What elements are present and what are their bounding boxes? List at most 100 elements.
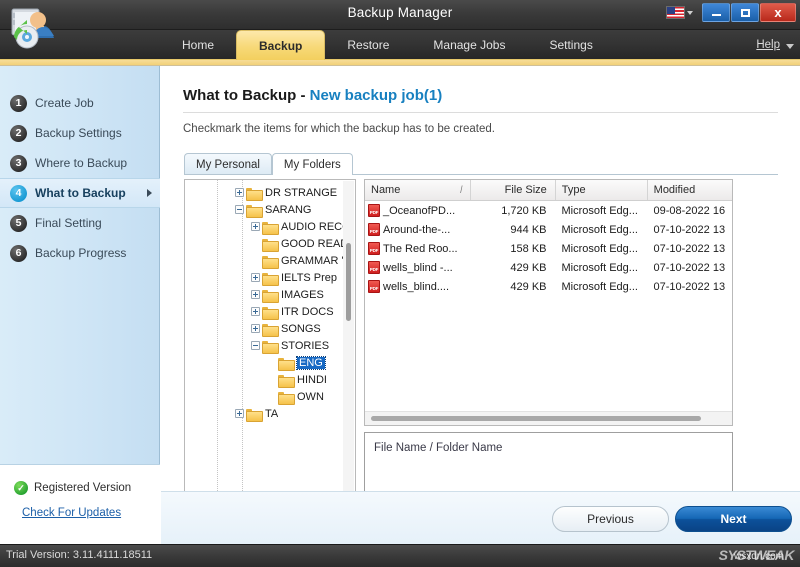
scrollbar-thumb[interactable] — [371, 416, 701, 421]
folder-icon — [262, 221, 279, 235]
tree-item-ta[interactable]: TA — [185, 405, 355, 422]
column-header-file-size[interactable]: File Size — [471, 180, 556, 200]
expand-plus-icon[interactable] — [251, 290, 260, 299]
column-header-type[interactable]: Type — [556, 180, 648, 200]
tab-my-personal[interactable]: My Personal — [184, 153, 272, 175]
tree-item-eng[interactable]: ENG — [185, 354, 355, 371]
tab-manage-jobs[interactable]: Manage Jobs — [411, 30, 527, 60]
file-modified-cell: 07-10-2022 13 — [653, 242, 726, 255]
step-number: 4 — [10, 184, 27, 202]
collapse-minus-icon[interactable] — [251, 341, 260, 350]
ribbon-tabs: Home Backup Restore Manage Jobs Settings — [160, 30, 615, 60]
tree-item-stories[interactable]: STORIES — [185, 337, 355, 354]
pdf-icon: PDF — [368, 223, 380, 236]
page-title: What to Backup - New backup job(1) — [183, 87, 442, 104]
tree-vertical-scrollbar[interactable] — [343, 181, 354, 505]
file-type-cell: Microsoft Edg... — [561, 242, 638, 255]
scrollbar-thumb[interactable] — [346, 243, 351, 321]
tree-item-grammar[interactable]: GRAMMAR ' — [185, 252, 355, 269]
sidebar-item-final-setting[interactable]: 5 Final Setting — [0, 208, 160, 238]
sidebar-item-backup-progress[interactable]: 6 Backup Progress — [0, 238, 160, 268]
registered-label: Registered Version — [34, 482, 132, 494]
tree-item-images[interactable]: IMAGES — [185, 286, 355, 303]
folder-tree-panel[interactable]: DR STRANGE SARANG AUDIO RECC GOOD READ G… — [184, 179, 356, 506]
page-title-prefix: What to Backup - — [183, 87, 310, 104]
file-list-horizontal-scrollbar[interactable] — [365, 411, 732, 425]
tree-item-label: OWN — [297, 390, 324, 403]
tree-item-itr-docs[interactable]: ITR DOCS — [185, 303, 355, 320]
sidebar-item-label: What to Backup — [35, 186, 126, 200]
tree-item-label: GRAMMAR ' — [281, 254, 344, 267]
selected-items-placeholder: File Name / Folder Name — [374, 442, 503, 454]
check-for-updates-link[interactable]: Check For Updates — [0, 495, 160, 519]
folder-icon — [262, 238, 279, 252]
tree-item-label: ITR DOCS — [281, 305, 334, 318]
folder-icon — [262, 306, 279, 320]
expand-plus-icon[interactable] — [235, 188, 244, 197]
wizard-navigation-bar: Previous Next — [161, 491, 800, 544]
app-logo-icon — [8, 4, 60, 54]
sidebar-item-create-job[interactable]: 1 Create Job — [0, 88, 160, 118]
file-list-panel[interactable]: Name / File Size Type Modified PDF _Ocea… — [364, 179, 733, 426]
sidebar-item-what-to-backup[interactable]: 4 What to Backup — [0, 178, 160, 208]
tree-item-ielts-prep[interactable]: IELTS Prep — [185, 269, 355, 286]
column-header-modified[interactable]: Modified — [648, 180, 732, 200]
sidebar-item-backup-settings[interactable]: 2 Backup Settings — [0, 118, 160, 148]
file-type-cell: Microsoft Edg... — [561, 280, 638, 293]
trial-version-label: Trial Version: 3.11.4111.18511 — [6, 549, 153, 561]
next-button[interactable]: Next — [675, 506, 792, 532]
maximize-button[interactable] — [731, 3, 759, 22]
expand-plus-icon[interactable] — [235, 409, 244, 418]
table-row[interactable]: PDF wells_blind -... 429 KB Microsoft Ed… — [365, 258, 732, 277]
tree-item-good-read[interactable]: GOOD READ — [185, 235, 355, 252]
tab-settings[interactable]: Settings — [527, 30, 614, 60]
folder-icon — [278, 391, 295, 405]
help-link[interactable]: Help — [756, 39, 780, 51]
tree-item-sarang[interactable]: SARANG — [185, 201, 355, 218]
expand-plus-icon[interactable] — [251, 273, 260, 282]
folder-icon — [246, 187, 263, 201]
file-name-label: wells_blind.... — [383, 280, 450, 293]
sidebar-footer: ✓ Registered Version Check For Updates — [0, 464, 160, 544]
tab-my-folders[interactable]: My Folders — [271, 153, 353, 175]
table-row[interactable]: PDF wells_blind.... 429 KB Microsoft Edg… — [365, 277, 732, 296]
table-row[interactable]: PDF _OceanofPD... 1,720 KB Microsoft Edg… — [365, 201, 732, 220]
registered-status: ✓ Registered Version — [0, 465, 160, 495]
table-row[interactable]: PDF The Red Roo... 158 KB Microsoft Edg.… — [365, 239, 732, 258]
tree-item-hindi[interactable]: HINDI — [185, 371, 355, 388]
pdf-icon: PDF — [368, 204, 380, 217]
tab-restore[interactable]: Restore — [325, 30, 411, 60]
chevron-down-icon[interactable] — [786, 44, 794, 49]
tree-item-audio-recc[interactable]: AUDIO RECC — [185, 218, 355, 235]
page-subtitle: Checkmark the items for which the backup… — [183, 123, 495, 135]
language-selector[interactable] — [666, 6, 693, 19]
folder-icon — [262, 272, 279, 286]
minimize-button[interactable] — [702, 3, 730, 22]
pdf-icon: PDF — [368, 261, 380, 274]
expand-plus-icon[interactable] — [251, 324, 260, 333]
file-name-label: Around-the-... — [383, 223, 451, 236]
tree-item-dr-strange[interactable]: DR STRANGE — [185, 184, 355, 201]
file-name-cell: PDF wells_blind.... — [365, 280, 471, 293]
close-icon: x — [774, 5, 782, 20]
tree-item-label: GOOD READ — [281, 237, 349, 250]
tree-item-songs[interactable]: SONGS — [185, 320, 355, 337]
wizard-sidebar: 1 Create Job 2 Backup Settings 3 Where t… — [0, 66, 160, 544]
window-controls: x — [666, 3, 796, 22]
close-button[interactable]: x — [760, 3, 796, 22]
expand-plus-icon[interactable] — [251, 307, 260, 316]
tab-home[interactable]: Home — [160, 30, 236, 60]
file-name-label: _OceanofPD... — [383, 204, 456, 217]
tree-item-label: IELTS Prep — [281, 271, 338, 284]
tab-backup[interactable]: Backup — [236, 30, 326, 60]
sidebar-item-where-to-backup[interactable]: 3 Where to Backup — [0, 148, 160, 178]
column-header-name[interactable]: Name / — [365, 180, 471, 200]
pdf-icon: PDF — [368, 280, 380, 293]
minimize-icon — [711, 14, 721, 16]
previous-button[interactable]: Previous — [552, 506, 669, 532]
table-row[interactable]: PDF Around-the-... 944 KB Microsoft Edg.… — [365, 220, 732, 239]
collapse-minus-icon[interactable] — [235, 205, 244, 214]
expand-plus-icon[interactable] — [251, 222, 260, 231]
file-size-cell: 158 KB — [510, 242, 547, 255]
tree-item-own[interactable]: OWN — [185, 388, 355, 405]
